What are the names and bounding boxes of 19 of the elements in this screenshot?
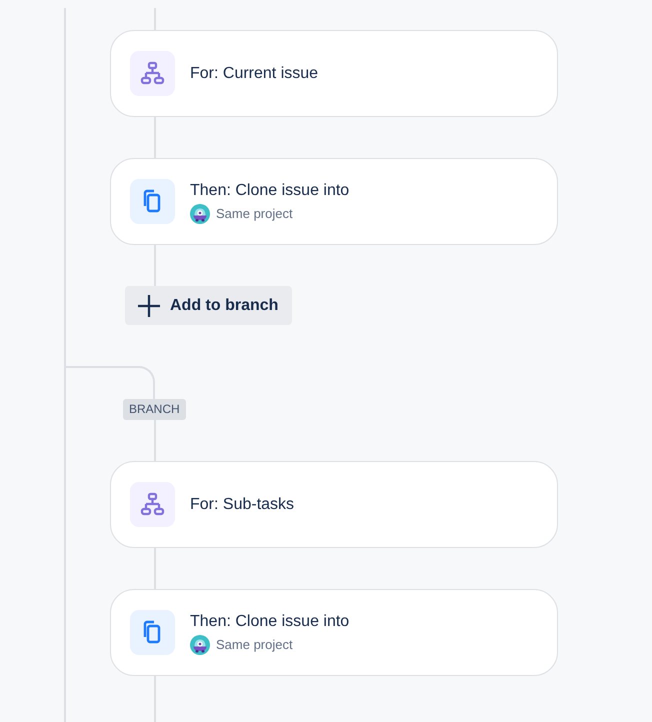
step-title: Then: Clone issue into <box>190 180 350 200</box>
hierarchy-icon <box>130 51 175 96</box>
rule-step-card[interactable]: Then: Clone issue into Same project <box>110 589 558 676</box>
step-title: Then: Clone issue into <box>190 612 350 632</box>
project-name: Same project <box>216 636 293 654</box>
rule-step-card[interactable]: For: Current issue <box>110 30 558 117</box>
step-title: For: Sub-tasks <box>190 494 294 514</box>
step-title: For: Current issue <box>190 64 318 84</box>
robot-avatar-icon <box>190 634 210 654</box>
plus-icon <box>138 294 160 316</box>
copy-icon <box>130 610 175 655</box>
rule-step-card[interactable]: For: Sub-tasks <box>110 461 558 548</box>
rule-step-card[interactable]: Then: Clone issue into Same project <box>110 158 558 245</box>
robot-avatar-icon <box>190 204 210 224</box>
add-to-branch-button[interactable]: Add to branch <box>125 286 292 325</box>
project-name: Same project <box>216 204 293 223</box>
branch-label: BRANCH <box>123 399 186 420</box>
copy-icon <box>130 179 175 224</box>
hierarchy-icon <box>130 482 175 527</box>
